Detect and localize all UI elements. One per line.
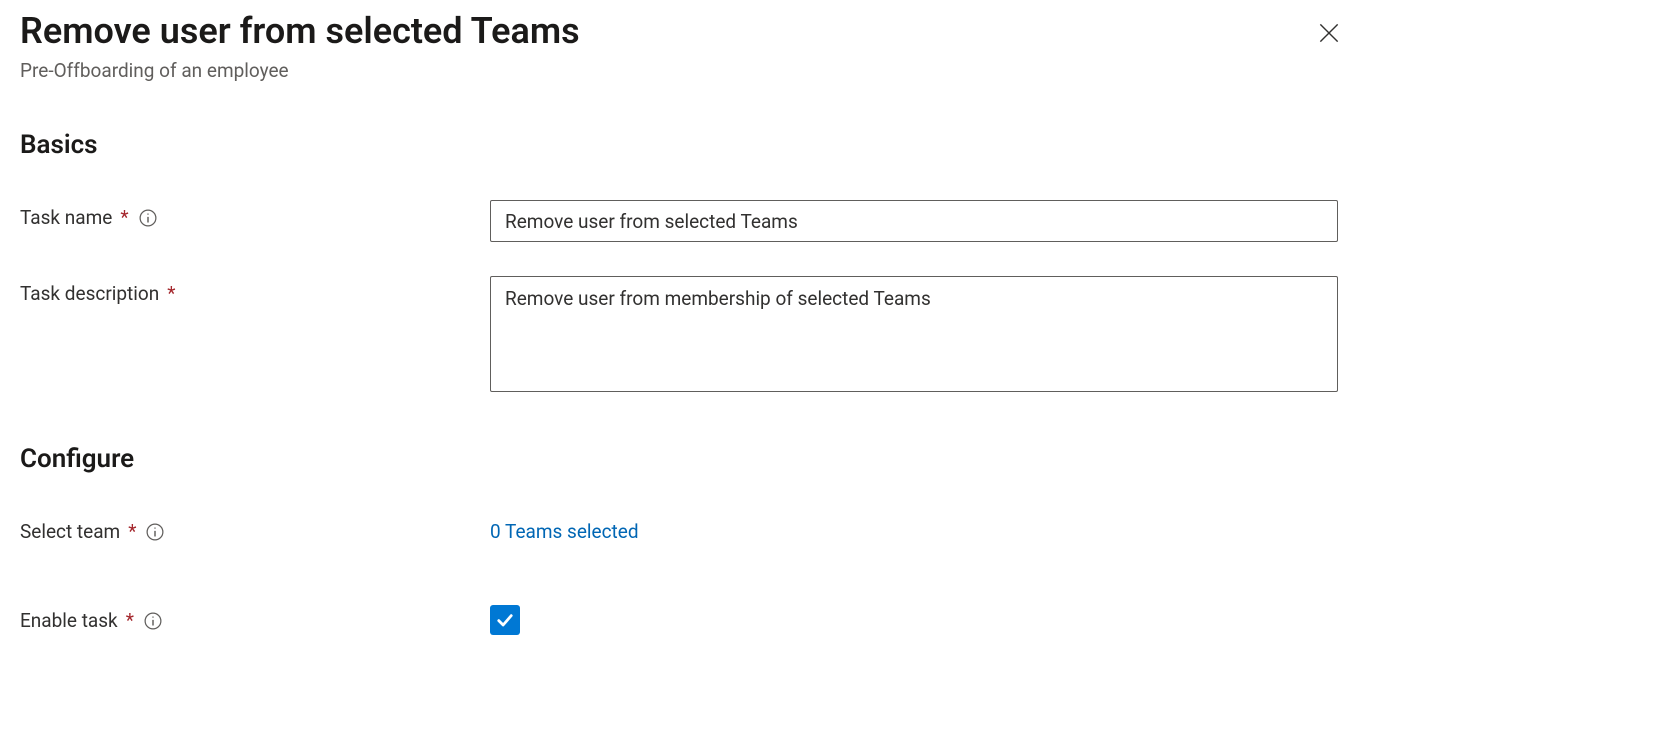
select-team-info-icon[interactable] bbox=[146, 523, 164, 541]
select-team-label: Select team bbox=[20, 520, 120, 543]
info-icon bbox=[144, 612, 162, 630]
required-indicator: * bbox=[128, 520, 136, 543]
task-description-input[interactable] bbox=[490, 276, 1338, 392]
info-icon bbox=[146, 523, 164, 541]
task-description-label: Task description bbox=[20, 282, 159, 305]
close-button[interactable] bbox=[1310, 14, 1348, 55]
enable-task-label: Enable task bbox=[20, 609, 118, 632]
task-name-input[interactable] bbox=[490, 200, 1338, 242]
required-indicator: * bbox=[126, 609, 134, 632]
task-name-label: Task name bbox=[20, 206, 112, 229]
enable-task-info-icon[interactable] bbox=[144, 612, 162, 630]
required-indicator: * bbox=[167, 282, 175, 305]
section-heading-basics: Basics bbox=[20, 130, 1638, 160]
enable-task-checkbox[interactable] bbox=[490, 605, 520, 635]
checkmark-icon bbox=[495, 610, 515, 630]
page-subtitle: Pre-Offboarding of an employee bbox=[20, 59, 1310, 82]
select-team-link[interactable]: 0 Teams selected bbox=[490, 514, 639, 543]
info-icon bbox=[139, 209, 157, 227]
required-indicator: * bbox=[120, 206, 128, 229]
page-title: Remove user from selected Teams bbox=[20, 10, 1310, 53]
section-heading-configure: Configure bbox=[20, 444, 1638, 474]
task-name-info-icon[interactable] bbox=[139, 209, 157, 227]
close-icon bbox=[1316, 20, 1342, 46]
